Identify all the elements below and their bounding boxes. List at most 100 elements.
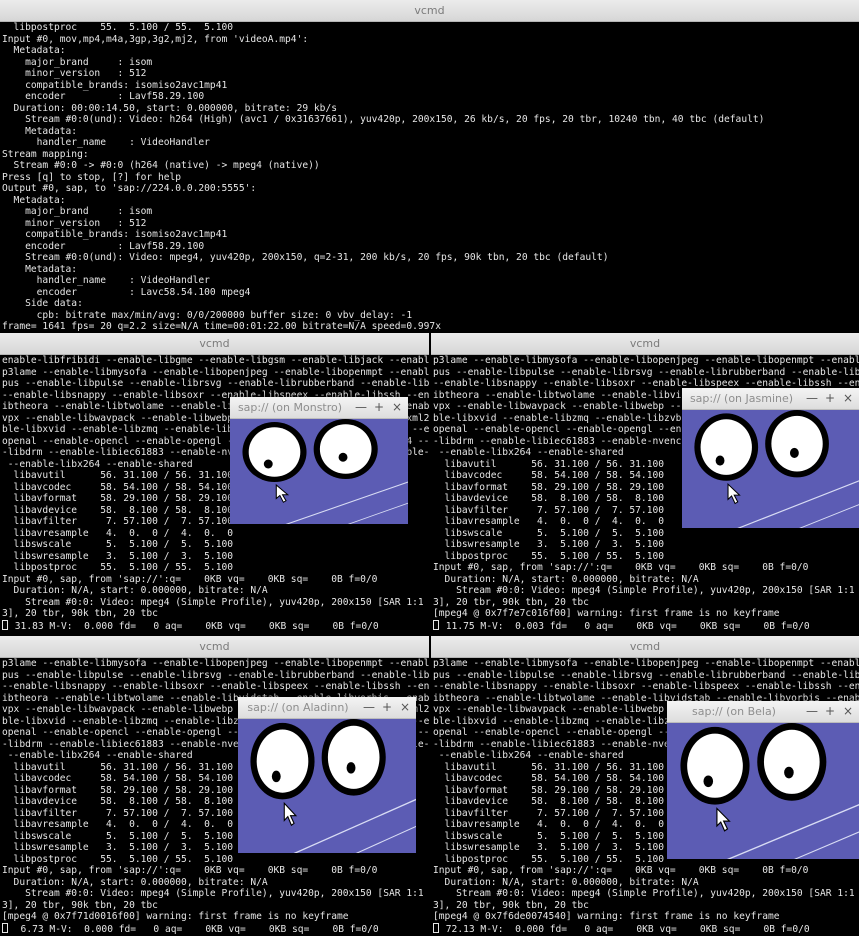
terminal-line: Input #0, sap, from 'sap://':q= 0KB vq= … xyxy=(2,865,378,876)
terminal-line: p3lame --enable-libmysofa --enable-libop… xyxy=(2,366,429,378)
terminal-line: frame= 1641 fps= 20 q=2.2 size=N/A time=… xyxy=(2,321,441,332)
video-surface[interactable] xyxy=(667,723,859,859)
terminal-line: pus --enable-libpulse --enable-librsvg -… xyxy=(2,669,429,681)
terminal-line: --enable-libsnappy --enable-libsoxr --en… xyxy=(433,681,859,692)
video-window-title: sap:// (on Jasmine) xyxy=(689,392,794,405)
terminal-line: --enable-libsnappy --enable-libsoxr --en… xyxy=(2,681,429,692)
terminal-line: compatible_brands: isomiso2avc1mp41 xyxy=(2,229,228,240)
terminal-line: 3], 20 tbr, 90k tbn, 20 tbc xyxy=(2,899,158,911)
terminal-line: Duration: N/A, start: 0.000000, bitrate:… xyxy=(2,876,268,888)
status-text: 72.13 M-V: 0.000 fd= 0 aq= 0KB vq= 0KB s… xyxy=(440,923,810,935)
terminal-line: pus --enable-libpulse --enable-librsvg -… xyxy=(433,366,859,378)
terminal-line: compatible_brands: isomiso2avc1mp41 xyxy=(2,79,228,91)
video-window-title: sap:// (on Aladinn) xyxy=(247,701,349,714)
terminal-line: pus --enable-libpulse --enable-librsvg -… xyxy=(433,669,859,681)
terminal-line: libpostproc 55. 5.100 / 55. 5.100 xyxy=(433,550,665,562)
cursor-block-icon xyxy=(2,619,8,630)
title-bar[interactable]: vcmd xyxy=(0,333,429,355)
terminal-line: minor_version : 512 xyxy=(2,217,147,229)
terminal-line: libswresample 3. 5.100 / 3. 5.100 xyxy=(2,550,234,562)
terminal-line: Duration: N/A, start: 0.000000, bitrate:… xyxy=(2,585,268,596)
title-bar[interactable]: vcmd xyxy=(0,636,429,658)
terminal-line: major_brand : isom xyxy=(2,206,153,217)
terminal-line: p3lame --enable-libmysofa --enable-libop… xyxy=(2,658,429,669)
video-surface[interactable] xyxy=(682,410,859,528)
video-surface[interactable] xyxy=(238,719,416,853)
status-text: 31.83 M-V: 0.000 fd= 0 aq= 0KB vq= 0KB s… xyxy=(9,620,379,632)
terminal-line: handler_name : VideoHandler xyxy=(2,275,210,286)
terminal-line: 3], 20 tbr, 90k tbn, 20 tbc xyxy=(2,608,158,619)
title-bar[interactable]: vcmd xyxy=(431,333,859,355)
terminal-line: Stream #0:0: Video: mpeg4 (Simple Profil… xyxy=(433,585,859,596)
terminal-output[interactable]: libpostproc 55. 5.100 / 55. 5.100 Input #… xyxy=(2,22,859,333)
terminal-line: Metadata: xyxy=(2,263,78,275)
status-line: 6.73 M-V: 0.000 fd= 0 aq= 0KB vq= 0KB sq… xyxy=(2,922,429,935)
terminal-line: Metadata: xyxy=(2,45,66,56)
terminal-line: Metadata: xyxy=(2,125,78,137)
window-title: vcmd xyxy=(199,640,230,653)
video-window-title: sap:// (on Monstro) xyxy=(237,401,343,414)
terminal-window-top[interactable]: vcmd libpostproc 55. 5.100 / 55. 5.100 In… xyxy=(0,0,859,333)
video-window-jasmine[interactable]: sap:// (on Jasmine) — + × xyxy=(682,388,859,528)
close-icon[interactable]: × xyxy=(390,400,404,414)
cursor-block-icon xyxy=(433,922,439,933)
terminal-line: p3lame --enable-libmysofa --enable-libop… xyxy=(433,658,859,669)
terminal-line: Stream #0:0: Video: mpeg4 (Simple Profil… xyxy=(433,888,859,899)
minimize-icon[interactable]: — xyxy=(362,700,376,714)
terminal-line: 3], 20 tbr, 90k tbn, 20 tbc xyxy=(433,596,589,608)
terminal-line: Output #0, sap, to 'sap://224.0.0.200:55… xyxy=(2,183,257,194)
terminal-line: Duration: 00:00:14.50, start: 0.000000, … xyxy=(2,102,338,114)
minimize-icon[interactable]: — xyxy=(805,391,819,405)
video-window-title: sap:// (on Bela) xyxy=(692,705,776,718)
terminal-line: Side data: xyxy=(2,298,83,309)
terminal-line: encoder : Lavc58.54.100 mpeg4 xyxy=(2,286,251,298)
title-bar[interactable]: sap:// (on Monstro) — + × xyxy=(230,397,408,419)
status-line: 31.83 M-V: 0.000 fd= 0 aq= 0KB vq= 0KB s… xyxy=(2,619,429,632)
terminal-line: libpostproc 55. 5.100 / 55. 5.100 xyxy=(2,22,234,33)
title-bar[interactable]: sap:// (on Aladinn) — + × xyxy=(238,697,416,719)
terminal-line: Duration: N/A, start: 0.000000, bitrate:… xyxy=(433,573,699,585)
terminal-line: enable-libfribidi --enable-libgme --enab… xyxy=(2,355,429,366)
terminal-line: p3lame --enable-libmysofa --enable-libop… xyxy=(433,355,859,366)
title-bar[interactable]: vcmd xyxy=(0,0,859,22)
video-frame xyxy=(682,410,859,528)
maximize-icon[interactable]: + xyxy=(823,704,837,718)
video-frame xyxy=(238,719,416,853)
terminal-line: Press [q] to stop, [?] for help xyxy=(2,171,182,183)
maximize-icon[interactable]: + xyxy=(372,400,386,414)
terminal-line: Input #0, sap, from 'sap://':q= 0KB vq= … xyxy=(2,573,378,585)
close-icon[interactable]: × xyxy=(398,700,412,714)
window-title: vcmd xyxy=(629,640,661,653)
video-surface[interactable] xyxy=(230,419,408,524)
terminal-line: Duration: N/A, start: 0.000000, bitrate:… xyxy=(433,876,699,888)
video-window-monstro[interactable]: sap:// (on Monstro) — + × xyxy=(230,397,408,524)
close-icon[interactable]: × xyxy=(841,704,855,718)
title-bar[interactable]: vcmd xyxy=(431,636,859,658)
terminal-line: [mpeg4 @ 0x7f7e7c016f00] warning: first … xyxy=(433,608,780,619)
video-frame xyxy=(667,723,859,859)
maximize-icon[interactable]: + xyxy=(823,391,837,405)
terminal-line: [mpeg4 @ 0x7f6de0074540] warning: first … xyxy=(433,911,780,922)
terminal-line: libpostproc 55. 5.100 / 55. 5.100 xyxy=(2,562,234,573)
title-bar[interactable]: sap:// (on Jasmine) — + × xyxy=(682,388,859,410)
terminal-line: minor_version : 512 xyxy=(2,68,147,79)
video-frame xyxy=(230,419,408,524)
terminal-line: Stream mapping: xyxy=(2,148,89,160)
terminal-line: pus --enable-libpulse --enable-librsvg -… xyxy=(2,378,429,389)
terminal-line: Stream #0:0 -> #0:0 (h264 (native) -> mp… xyxy=(2,160,320,171)
maximize-icon[interactable]: + xyxy=(380,700,394,714)
terminal-line: Stream #0:0: Video: mpeg4 (Simple Profil… xyxy=(2,888,429,899)
video-window-bela[interactable]: sap:// (on Bela) — + × xyxy=(667,701,859,859)
status-text: 6.73 M-V: 0.000 fd= 0 aq= 0KB vq= 0KB sq… xyxy=(9,923,379,935)
terminal-line: encoder : Lavf58.29.100 xyxy=(2,91,205,102)
title-bar[interactable]: sap:// (on Bela) — + × xyxy=(667,701,859,723)
video-window-aladinn[interactable]: sap:// (on Aladinn) — + × xyxy=(238,697,416,853)
minimize-icon[interactable]: — xyxy=(354,400,368,414)
minimize-icon[interactable]: — xyxy=(805,704,819,718)
status-line: 72.13 M-V: 0.000 fd= 0 aq= 0KB vq= 0KB s… xyxy=(433,922,859,935)
close-icon[interactable]: × xyxy=(841,391,855,405)
terminal-line: cpb: bitrate max/min/avg: 0/0/200000 buf… xyxy=(2,309,413,321)
terminal-line: Input #0, sap, from 'sap://':q= 0KB vq= … xyxy=(433,562,809,573)
window-title: vcmd xyxy=(199,337,230,350)
terminal-line: libswresample 3. 5.100 / 3. 5.100 xyxy=(433,539,665,550)
